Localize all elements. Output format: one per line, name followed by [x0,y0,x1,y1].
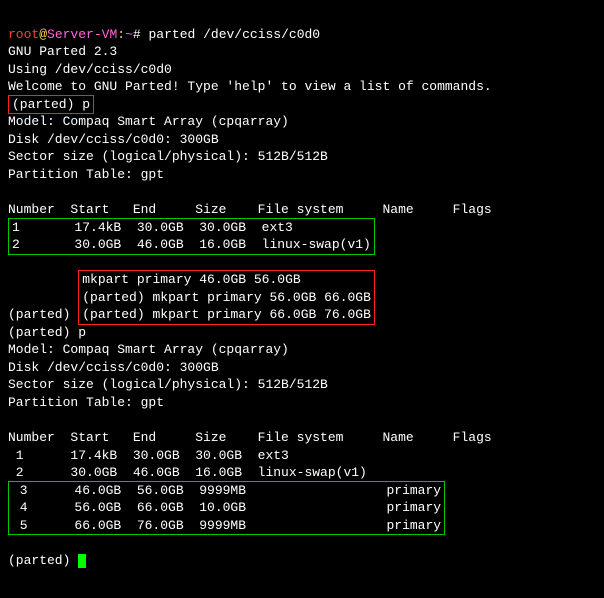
parted-prompt-2: (parted) [8,307,70,322]
prompt-tilde: ~ [125,27,133,42]
table1-row2: 2 30.0GB 46.0GB 16.0GB linux-swap(v1) [12,237,371,252]
parted-prompt-4: (parted) [82,307,144,322]
parted-prompt-3: (parted) [82,290,144,305]
mkpart-cmd-3: mkpart primary 66.0GB 76.0GB [152,307,370,322]
mkpart-cmd-2: mkpart primary 56.0GB 66.0GB [152,290,370,305]
table2-row2: 2 30.0GB 46.0GB 16.0GB linux-swap(v1) [8,465,367,480]
intro-line-3: Welcome to GNU Parted! Type 'help' to vi… [8,79,492,94]
ptable-line-2: Partition Table: gpt [8,395,164,410]
table2-row3: 3 46.0GB 56.0GB 9999MB primary [12,483,441,498]
cmd-parted: parted /dev/cciss/c0d0 [148,27,320,42]
terminal-cursor[interactable] [78,554,86,568]
intro-line-2: Using /dev/cciss/c0d0 [8,62,172,77]
table2-new-boxed: 3 46.0GB 56.0GB 9999MB primary 4 56.0GB … [8,481,445,536]
cmd-p: p [82,97,90,112]
sector-line-2: Sector size (logical/physical): 512B/512… [8,377,328,392]
table2-header: Number Start End Size File system Name F… [8,430,492,445]
disk-line: Disk /dev/cciss/c0d0: 300GB [8,132,219,147]
prompt-at: @ [39,27,47,42]
table1-boxed: 1 17.4kB 30.0GB 30.0GB ext3 2 30.0GB 46.… [8,218,375,255]
model-line: Model: Compaq Smart Array (cpqarray) [8,114,289,129]
table2-row1: 1 17.4kB 30.0GB 30.0GB ext3 [8,448,289,463]
prompt-colon: : [117,27,125,42]
table1-row1: 1 17.4kB 30.0GB 30.0GB ext3 [12,220,293,235]
parted-p-boxed: (parted) p [8,95,94,115]
mkpart-boxed: mkpart primary 46.0GB 56.0GB (parted) mk… [78,270,375,325]
prompt-user: root [8,27,39,42]
disk-line-2: Disk /dev/cciss/c0d0: 300GB [8,360,219,375]
terminal-output: root@Server-VM:~# parted /dev/cciss/c0d0… [8,8,596,570]
ptable-line: Partition Table: gpt [8,167,164,182]
model-line-2: Model: Compaq Smart Array (cpqarray) [8,342,289,357]
cmd-p2: p [78,325,86,340]
parted-prompt-final: (parted) [8,553,70,568]
table1-header: Number Start End Size File system Name F… [8,202,492,217]
intro-line-1: GNU Parted 2.3 [8,44,117,59]
table2-row5: 5 66.0GB 76.0GB 9999MB primary [12,518,441,533]
prompt-host: Server-VM [47,27,117,42]
sector-line: Sector size (logical/physical): 512B/512… [8,149,328,164]
parted-prompt: (parted) [12,97,74,112]
parted-prompt-5: (parted) [8,325,70,340]
table2-row4: 4 56.0GB 66.0GB 10.0GB primary [12,500,441,515]
mkpart-cmd-1: mkpart primary 46.0GB 56.0GB [82,272,300,287]
prompt-hash: # [133,27,149,42]
